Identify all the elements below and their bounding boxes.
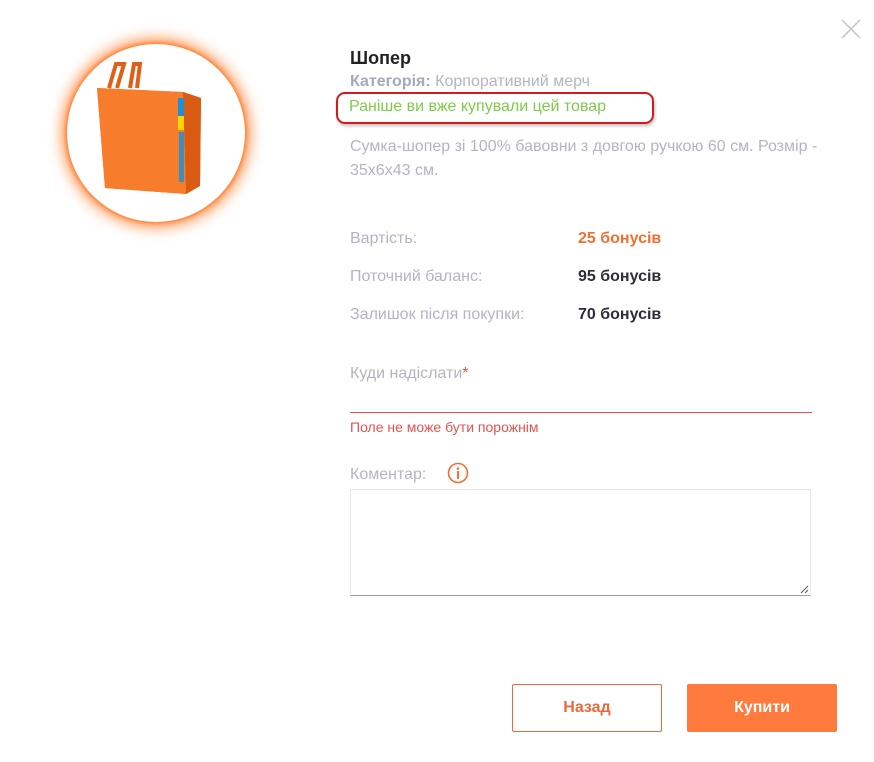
product-image [67,44,245,222]
remaining-value: 70 бонусів [578,306,662,323]
comment-textarea[interactable] [350,489,811,596]
buy-button[interactable]: Купити [687,684,837,732]
tote-bag-icon [97,62,201,194]
address-input[interactable] [350,388,812,412]
address-input-underline [350,412,812,413]
product-description: Сумка-шопер зі 100% бавовни з довгою руч… [350,138,818,179]
balance-label: Поточний баланс: [350,268,483,285]
product-title: Шопер [350,48,411,68]
product-category: Категорія: Корпоративний мерч [350,73,590,91]
address-label-text: Куди надіслати [350,365,463,382]
category-value: Корпоративний мерч [435,73,590,90]
previously-bought-note: Раніше ви вже купували цей товар [349,98,607,115]
address-field-label: Куди надіслати* [350,365,469,383]
remaining-label: Залишок після покупки: [350,306,525,323]
resize-handle-icon[interactable] [799,584,809,594]
required-mark: * [462,365,469,382]
comment-info-button[interactable] [447,462,469,489]
address-error-message: Поле не може бути порожнім [350,419,539,435]
product-purchase-modal: Шопер Категорія: Корпоративний мерч Рані… [0,0,874,762]
category-label: Категорія: [350,73,431,90]
back-button[interactable]: Назад [512,684,662,732]
cost-label: Вартість: [350,230,418,247]
comment-field-label: Коментар: [350,466,427,483]
close-icon [841,19,861,39]
cost-value: 25 бонусів [578,230,662,247]
close-button[interactable] [836,14,866,44]
info-icon [447,462,469,484]
balance-value: 95 бонусів [578,268,662,285]
